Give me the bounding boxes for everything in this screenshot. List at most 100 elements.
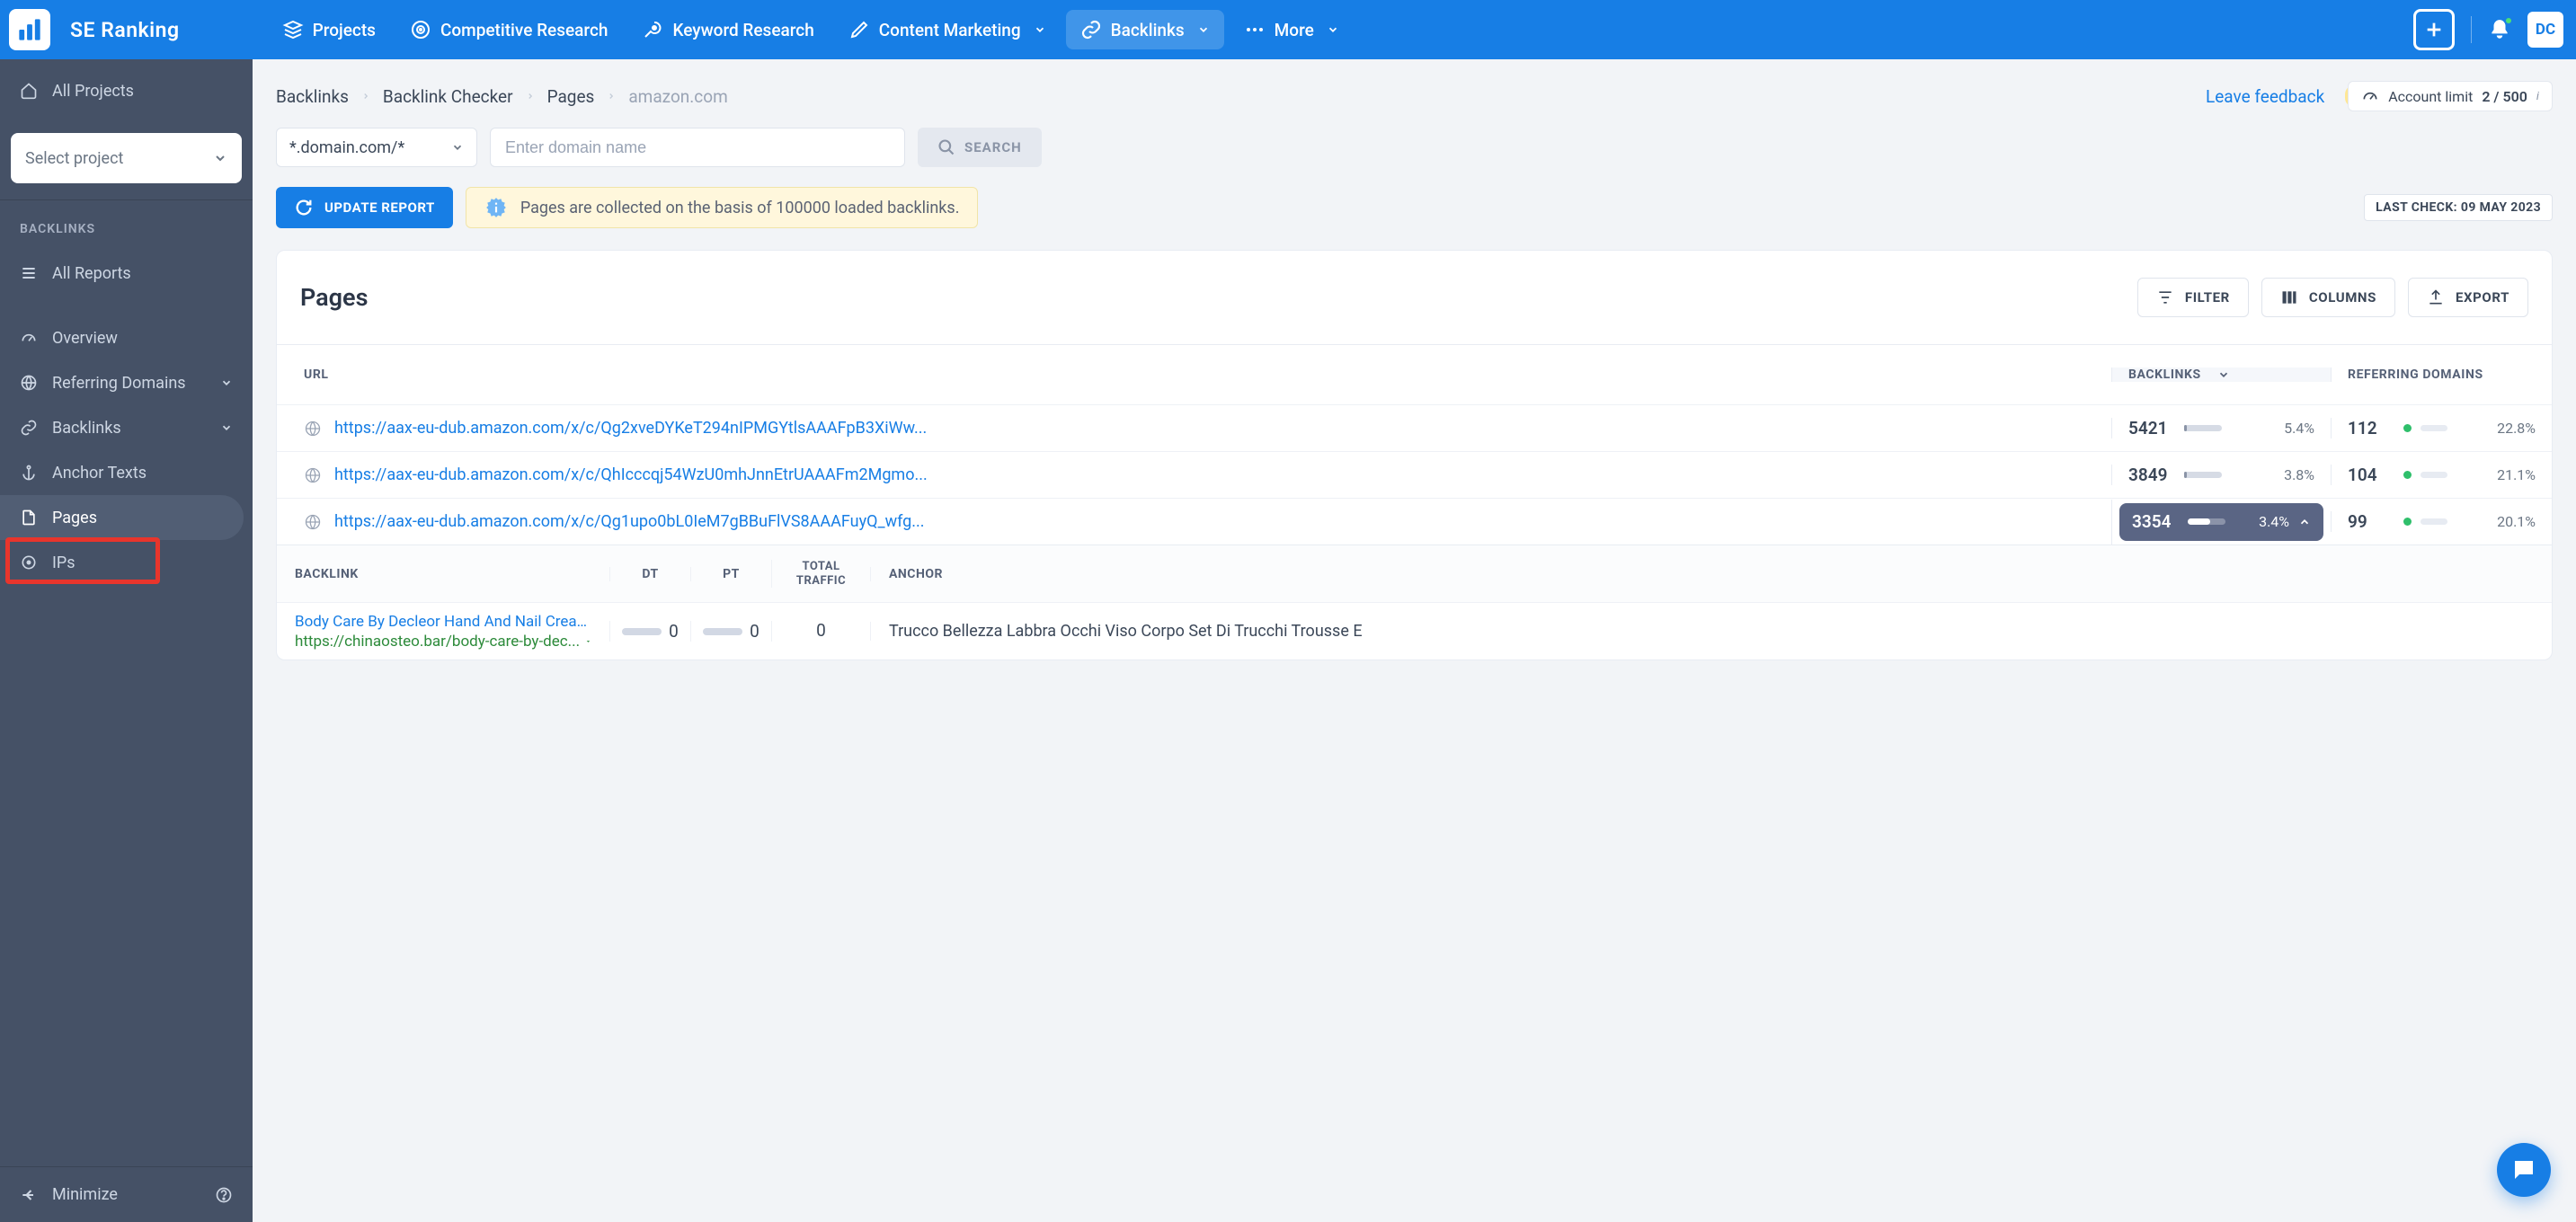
list-icon	[20, 264, 38, 282]
search-row: *.domain.com/* SEARCH	[253, 128, 2576, 187]
info-icon: i	[2536, 90, 2539, 103]
bar-indicator	[703, 628, 742, 635]
backlinks-count: 3849	[2128, 465, 2175, 485]
backlinks-count: 3354	[2132, 511, 2179, 532]
nav-label: Backlinks	[1111, 20, 1185, 40]
breadcrumb-item[interactable]: Backlinks	[276, 86, 349, 107]
sidebar-minimize[interactable]: Minimize	[0, 1166, 253, 1222]
nav-more[interactable]: More	[1230, 10, 1354, 49]
col-backlink-header[interactable]: BACKLINK	[277, 567, 609, 581]
breadcrumb-item[interactable]: Backlink Checker	[383, 86, 513, 107]
filter-icon	[2156, 288, 2174, 306]
nav-projects[interactable]: Projects	[268, 10, 390, 49]
chevron-down-icon	[213, 151, 227, 165]
sidebar-backlinks[interactable]: Backlinks	[0, 405, 253, 450]
add-button[interactable]	[2413, 9, 2455, 50]
backlink-url[interactable]: https://chinaosteo.bar/body-care-by-dec.…	[295, 633, 591, 651]
select-project-dropdown[interactable]: Select project	[11, 133, 242, 183]
url-link[interactable]: https://aax-eu-dub.amazon.com/x/c/Qg1upo…	[334, 512, 925, 531]
filter-button[interactable]: FILTER	[2137, 278, 2249, 317]
bar-indicator	[2421, 518, 2447, 525]
notifications-button[interactable]	[2488, 18, 2511, 41]
domain-scope-select[interactable]: *.domain.com/*	[276, 128, 477, 167]
globe-icon	[304, 513, 322, 531]
columns-button[interactable]: COLUMNS	[2261, 278, 2395, 317]
globe-icon	[20, 374, 38, 392]
sidebar-ips[interactable]: IPs	[0, 540, 253, 585]
backlinks-pct: 5.4%	[2284, 420, 2314, 437]
col-url-header[interactable]: URL	[277, 367, 2111, 382]
chevron-right-icon	[526, 92, 535, 101]
help-icon[interactable]	[215, 1186, 233, 1204]
nav-backlinks[interactable]: Backlinks	[1066, 10, 1224, 49]
chevron-down-icon	[2217, 368, 2230, 381]
col-pt-header[interactable]: PT	[690, 567, 771, 581]
bar-indicator	[2184, 425, 2222, 431]
status-dot	[2403, 424, 2412, 432]
chevron-up-icon	[2298, 516, 2311, 528]
table-row[interactable]: https://aax-eu-dub.amazon.com/x/c/QhIccc…	[277, 451, 2552, 498]
sidebar-referring-domains[interactable]: Referring Domains	[0, 360, 253, 405]
chevron-down-icon	[220, 376, 233, 389]
chevron-down-icon	[1034, 23, 1046, 36]
nav-label: More	[1275, 20, 1314, 40]
update-row: UPDATE REPORT Pages are collected on the…	[253, 187, 2576, 250]
chevron-down-icon	[1327, 23, 1339, 36]
breadcrumb-bar: Backlinks Backlink Checker Pages amazon.…	[253, 59, 2576, 128]
sidebar-all-projects[interactable]: All Projects	[0, 59, 253, 122]
nav-content-marketing[interactable]: Content Marketing	[834, 10, 1061, 49]
update-report-button[interactable]: UPDATE REPORT	[276, 187, 453, 228]
nav-label: Content Marketing	[879, 20, 1021, 40]
breadcrumb-item[interactable]: Pages	[547, 86, 595, 107]
bar-indicator	[2421, 472, 2447, 478]
bar-indicator	[2184, 472, 2222, 478]
notification-dot	[2504, 16, 2513, 25]
account-limit-value: 2 / 500	[2482, 88, 2527, 105]
leave-feedback-link[interactable]: Leave feedback	[2206, 86, 2324, 107]
sidebar-label: All Projects	[52, 82, 134, 101]
nav-competitive-research[interactable]: Competitive Research	[395, 10, 622, 49]
sidebar-label: Minimize	[52, 1185, 118, 1204]
globe-icon	[304, 466, 322, 484]
page-icon	[20, 509, 38, 527]
sub-table-header: BACKLINK DT PT TOTALTRAFFIC ANCHOR	[277, 545, 2552, 602]
backlinks-pct: 3.8%	[2284, 466, 2314, 483]
export-button[interactable]: EXPORT	[2408, 278, 2528, 317]
home-icon	[20, 82, 38, 100]
bar-indicator	[2421, 425, 2447, 431]
referring-pct: 20.1%	[2497, 513, 2536, 530]
url-link[interactable]: https://aax-eu-dub.amazon.com/x/c/QhIccc…	[334, 465, 928, 484]
sidebar: All Projects Select project BACKLINKS Al…	[0, 59, 253, 1222]
status-dot	[2403, 518, 2412, 526]
gauge-icon	[2361, 87, 2379, 105]
account-limit-badge[interactable]: Account limit 2 / 500 i	[2348, 81, 2553, 111]
table-row[interactable]: https://aax-eu-dub.amazon.com/x/c/Qg1upo…	[277, 498, 2552, 545]
col-total-traffic-header[interactable]: TOTALTRAFFIC	[771, 560, 870, 588]
domain-input[interactable]	[490, 128, 905, 167]
sidebar-pages[interactable]: Pages	[0, 495, 244, 540]
col-dt-header[interactable]: DT	[609, 567, 690, 581]
user-avatar[interactable]: DC	[2527, 12, 2563, 48]
breadcrumb-current: amazon.com	[628, 86, 727, 107]
nav-keyword-research[interactable]: Keyword Research	[627, 10, 828, 49]
backlink-title[interactable]: Body Care By Decleor Hand And Nail Cream…	[295, 613, 591, 631]
link-icon	[20, 419, 38, 437]
search-button[interactable]: SEARCH	[918, 128, 1042, 167]
chat-button[interactable]	[2497, 1143, 2551, 1197]
caret-down-icon	[585, 636, 591, 647]
traffic-value: 0	[816, 621, 826, 642]
sidebar-overview[interactable]: Overview	[0, 315, 253, 360]
sidebar-anchor-texts[interactable]: Anchor Texts	[0, 450, 253, 495]
expanded-backlinks-cell[interactable]: 3354 3.4%	[2119, 503, 2323, 541]
backlinks-count: 5421	[2128, 418, 2175, 438]
url-link[interactable]: https://aax-eu-dub.amazon.com/x/c/Qg2xve…	[334, 419, 927, 438]
sidebar-label: Referring Domains	[52, 374, 186, 393]
col-backlinks-header[interactable]: BACKLINKS	[2111, 367, 2331, 382]
pt-cell: 0	[690, 621, 771, 642]
col-anchor-header[interactable]: ANCHOR	[870, 567, 2552, 581]
col-referring-header[interactable]: REFERRING DOMAINS	[2331, 367, 2552, 382]
sidebar-all-reports[interactable]: All Reports	[0, 251, 253, 296]
logo[interactable]	[9, 9, 50, 50]
columns-label: COLUMNS	[2309, 289, 2376, 306]
table-row[interactable]: https://aax-eu-dub.amazon.com/x/c/Qg2xve…	[277, 404, 2552, 451]
